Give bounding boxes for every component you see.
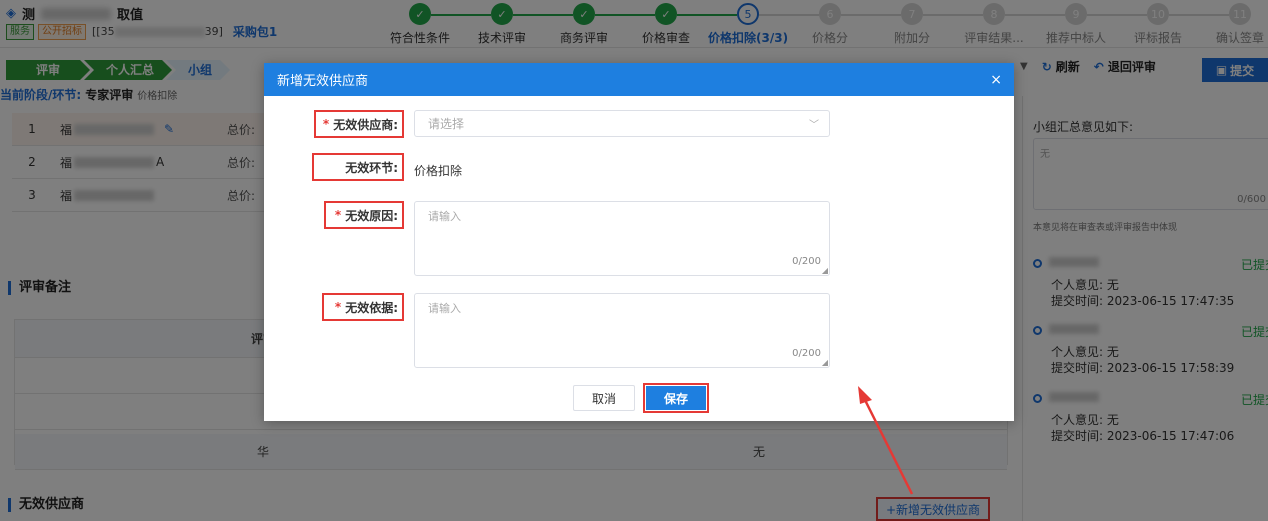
annotation-arrow-head xyxy=(858,386,872,404)
annotation-arrow xyxy=(858,386,914,495)
annotation-arrow-shaft xyxy=(862,397,914,495)
